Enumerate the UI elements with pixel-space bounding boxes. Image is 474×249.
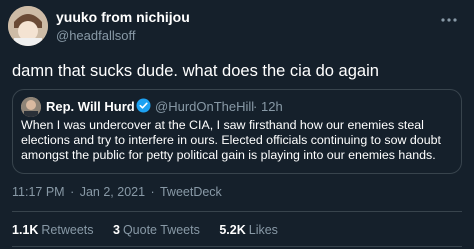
tweet-metadata: 11:17 PM · Jan 2, 2021 · TweetDeck bbox=[12, 185, 224, 199]
divider bbox=[12, 211, 462, 212]
verified-badge-icon bbox=[136, 98, 151, 113]
author-handle[interactable]: @headfallsoff bbox=[56, 28, 135, 43]
meta-separator: · bbox=[70, 185, 75, 199]
tweet: yuuko from nichijou @headfallsoff damn t… bbox=[0, 0, 474, 249]
likes-stat[interactable]: 5.2K Likes bbox=[219, 223, 278, 237]
more-horizontal-icon[interactable] bbox=[440, 10, 458, 22]
divider bbox=[12, 246, 462, 247]
retweets-label: Retweets bbox=[41, 223, 94, 237]
quote-tweets-label: Quote Tweets bbox=[122, 223, 200, 237]
quoted-tweet-text: When I was undercover at the CIA, I saw … bbox=[21, 118, 441, 162]
meta-separator: · bbox=[150, 185, 155, 199]
quoted-tweet[interactable]: Rep. Will Hurd @HurdOnTheHill · 12h When… bbox=[12, 89, 462, 174]
retweets-stat[interactable]: 1.1K Retweets bbox=[12, 223, 94, 237]
tweet-time[interactable]: 11:17 PM bbox=[12, 185, 65, 199]
quote-tweets-stat[interactable]: 3 Quote Tweets bbox=[113, 223, 200, 237]
quoted-timestamp[interactable]: 12h bbox=[261, 99, 283, 114]
retweets-count: 1.1K bbox=[12, 223, 39, 237]
tweet-source[interactable]: TweetDeck bbox=[160, 185, 222, 199]
quoted-author-name[interactable]: Rep. Will Hurd bbox=[46, 99, 135, 114]
tweet-text: damn that sucks dude. what does the cia … bbox=[12, 62, 379, 80]
quoted-author-handle[interactable]: @HurdOnTheHill bbox=[155, 99, 254, 114]
quoted-author-avatar[interactable] bbox=[21, 97, 41, 117]
author-name[interactable]: yuuko from nichijou bbox=[56, 9, 190, 25]
quote-tweets-count: 3 bbox=[113, 223, 120, 237]
likes-label: Likes bbox=[248, 223, 278, 237]
engagement-stats: 1.1K Retweets 3 Quote Tweets 5.2K Likes bbox=[12, 223, 294, 237]
tweet-date[interactable]: Jan 2, 2021 bbox=[80, 185, 145, 199]
author-avatar[interactable] bbox=[8, 6, 48, 46]
quoted-separator: · bbox=[253, 99, 258, 114]
likes-count: 5.2K bbox=[219, 223, 246, 237]
